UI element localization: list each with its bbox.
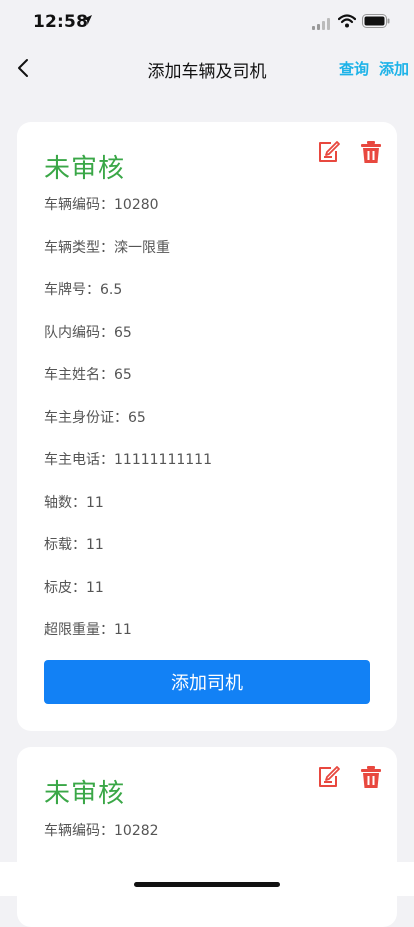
battery-icon xyxy=(362,14,390,28)
field-vehicle-code: 车辆编码：10282 xyxy=(44,820,159,840)
wifi-icon xyxy=(338,14,356,28)
edit-icon[interactable] xyxy=(316,139,342,165)
field-value: 11 xyxy=(114,622,132,638)
field-label: 队内编码： xyxy=(44,325,114,341)
field-value: 6.5 xyxy=(100,282,123,298)
field-vehicle-type: 车辆类型：滦一限重 xyxy=(44,237,170,257)
home-indicator-area xyxy=(0,862,414,896)
field-team-code: 队内编码：65 xyxy=(44,322,132,342)
field-owner-name: 车主姓名：65 xyxy=(44,364,132,384)
field-value: 65 xyxy=(114,325,132,341)
field-label: 车主身份证： xyxy=(44,410,128,426)
field-value: 11111111111 xyxy=(114,452,212,468)
field-value: 10282 xyxy=(114,823,159,839)
field-value: 11 xyxy=(86,495,104,511)
field-plate-number: 车牌号：6.5 xyxy=(44,279,122,299)
field-label: 车牌号： xyxy=(44,282,100,298)
field-axle-count: 轴数：11 xyxy=(44,492,104,512)
field-value: 11 xyxy=(86,537,104,553)
query-button[interactable]: 查询 xyxy=(339,58,369,79)
review-status: 未审核 xyxy=(44,779,126,809)
field-value: 65 xyxy=(128,410,146,426)
review-status: 未审核 xyxy=(44,154,126,184)
field-label: 轴数： xyxy=(44,495,86,511)
field-vehicle-code: 车辆编码：10280 xyxy=(44,194,159,214)
add-button[interactable]: 添加 xyxy=(379,58,409,79)
home-indicator[interactable] xyxy=(134,882,280,887)
cellular-signal-icon xyxy=(312,18,330,30)
field-label: 标皮： xyxy=(44,580,86,596)
field-value: 滦一限重 xyxy=(114,240,170,256)
nav-bar: 添加车辆及司机 查询 添加 xyxy=(0,44,414,92)
vehicle-card: 未审核 车辆编码：10280 车辆类型：滦一限重 车牌号：6.5 队内编码：65… xyxy=(17,122,397,731)
vehicle-card: 未审核 车辆编码：10282 xyxy=(17,747,397,927)
field-label: 车辆编码： xyxy=(44,823,114,839)
field-value: 10280 xyxy=(114,197,159,213)
field-owner-id: 车主身份证：65 xyxy=(44,407,146,427)
field-tare-weight: 标皮：11 xyxy=(44,577,104,597)
field-label: 车主姓名： xyxy=(44,367,114,383)
field-owner-phone: 车主电话：11111111111 xyxy=(44,449,212,469)
field-value: 11 xyxy=(86,580,104,596)
edit-icon[interactable] xyxy=(316,764,342,790)
field-overload-weight: 超限重量：11 xyxy=(44,619,132,639)
field-label: 超限重量： xyxy=(44,622,114,638)
location-arrow-icon xyxy=(82,15,92,25)
status-bar: 12:58 xyxy=(0,0,414,44)
field-value: 65 xyxy=(114,367,132,383)
field-label: 车辆类型： xyxy=(44,240,114,256)
field-rated-load: 标载：11 xyxy=(44,534,104,554)
field-label: 车辆编码： xyxy=(44,197,114,213)
field-label: 车主电话： xyxy=(44,452,114,468)
delete-icon[interactable] xyxy=(358,764,384,790)
status-time: 12:58 xyxy=(33,12,89,32)
field-label: 标载： xyxy=(44,537,86,553)
delete-icon[interactable] xyxy=(358,139,384,165)
add-driver-button[interactable]: 添加司机 xyxy=(44,660,370,704)
